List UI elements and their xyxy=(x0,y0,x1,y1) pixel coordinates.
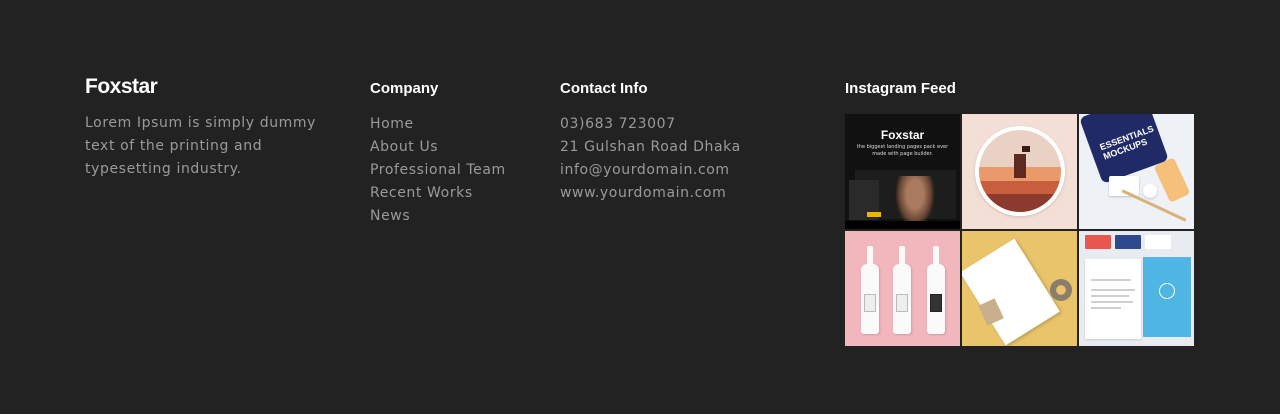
contact-heading: Contact Info xyxy=(560,80,648,97)
business-card-white xyxy=(1145,235,1171,249)
logo-ring-icon xyxy=(1159,283,1175,299)
instagram-photo-mockups[interactable]: ESSENTIALS MOCKUPS xyxy=(1079,114,1194,229)
instagram-photo-landing-page[interactable]: Foxstar the biggest landing pages pack e… xyxy=(845,114,960,229)
contact-list: 03)683 723007 21 Gulshan Road Dhaka info… xyxy=(560,113,810,205)
link-professional-team[interactable]: Professional Team xyxy=(370,159,540,182)
brand-column: Foxstar Lorem Ipsum is simply dummy text… xyxy=(85,76,330,181)
flag-icon xyxy=(1022,146,1030,152)
badge-mockup xyxy=(1143,184,1157,198)
tile-foxstar-title: Foxstar xyxy=(880,128,925,142)
bottle-1 xyxy=(861,246,879,334)
link-home[interactable]: Home xyxy=(370,113,540,136)
company-links: Home About Us Professional Team Recent W… xyxy=(370,113,540,228)
contact-column: Contact Info 03)683 723007 21 Gulshan Ro… xyxy=(560,76,810,205)
tower-silhouette xyxy=(1014,154,1026,178)
letterhead-mockup xyxy=(962,238,1060,346)
link-news[interactable]: News xyxy=(370,205,540,228)
company-heading: Company xyxy=(370,80,439,97)
document-mockup xyxy=(1085,259,1141,339)
company-column: Company Home About Us Professional Team … xyxy=(370,76,540,228)
phone-mockup xyxy=(1153,157,1191,203)
bottom-bar xyxy=(845,221,960,229)
instagram-photo-brand-identity[interactable] xyxy=(1079,231,1194,346)
contact-email[interactable]: info@yourdomain.com xyxy=(560,159,810,182)
brand-description: Lorem Ipsum is simply dummy text of the … xyxy=(85,115,317,177)
contact-address: 21 Gulshan Road Dhaka xyxy=(560,139,741,155)
business-card-red xyxy=(1085,235,1111,249)
instagram-photo-illustration[interactable] xyxy=(962,114,1077,229)
link-recent-works[interactable]: Recent Works xyxy=(370,182,540,205)
contact-phone: 03)683 723007 xyxy=(560,116,676,132)
tile-foxstar-subtitle: the biggest landing pages pack ever made… xyxy=(856,144,949,157)
bottle-3 xyxy=(927,246,945,334)
instagram-photo-bottles[interactable] xyxy=(845,231,960,346)
instagram-photo-stationery[interactable] xyxy=(962,231,1077,346)
instagram-heading: Instagram Feed xyxy=(845,80,956,97)
contact-website[interactable]: www.yourdomain.com xyxy=(560,182,810,205)
cta-swatch xyxy=(867,212,881,217)
instagram-grid: Foxstar the biggest landing pages pack e… xyxy=(845,114,1194,346)
link-about-us[interactable]: About Us xyxy=(370,136,540,159)
bottle-2 xyxy=(893,246,911,334)
instagram-column: Instagram Feed Foxstar the biggest landi… xyxy=(845,76,1195,346)
footer-logo[interactable]: Foxstar xyxy=(85,76,330,98)
business-card-blue xyxy=(1115,235,1141,249)
tape-roll xyxy=(1050,279,1072,301)
